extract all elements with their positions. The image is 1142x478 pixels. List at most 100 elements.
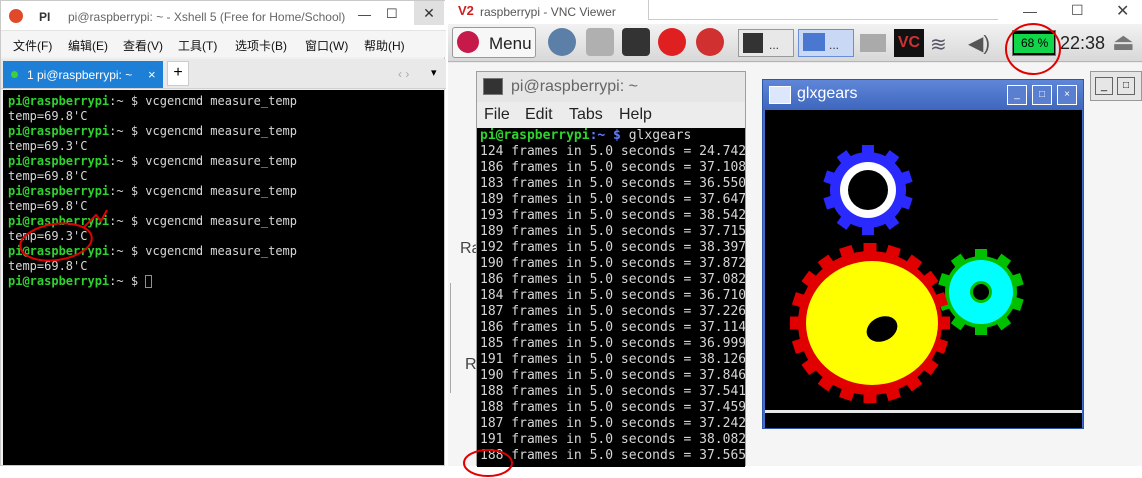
frames-line: 191 frames in 5.0 seconds = 38.126 — [480, 352, 745, 367]
menu-window[interactable]: 窗口(W) — [305, 37, 348, 54]
cpu-monitor: 68 % — [1012, 30, 1056, 56]
terminal-command-line: pi@raspberrypi:~ $ vcgencmd measure_temp — [8, 154, 297, 168]
minimize-icon[interactable]: — — [358, 7, 371, 22]
lxterminal-output[interactable]: pi@raspberrypi:~ $ glxgears 124 frames i… — [477, 128, 745, 467]
vnc-title-bar: V2 raspberrypi - VNC Viewer — ☐ ✕ — [448, 0, 1142, 24]
volume-icon[interactable]: ◀) — [968, 31, 990, 56]
menu-help[interactable]: Help — [619, 106, 652, 124]
vnc-title: raspberrypi - VNC Viewer — [480, 5, 616, 19]
tab-session-1[interactable]: 1 pi@raspberrypi: ~ × — [3, 61, 163, 88]
file-manager-icon[interactable] — [586, 28, 614, 56]
frames-line: 187 frames in 5.0 seconds = 37.242 — [480, 416, 745, 431]
window-title: pi@raspberrypi: ~ - Xshell 5 (Free for H… — [68, 10, 346, 24]
menu-view[interactable]: 查看(V) — [123, 37, 163, 54]
tab-close-icon[interactable]: × — [148, 67, 156, 82]
menu-tabs[interactable]: 选项卡(B) — [235, 37, 287, 54]
frames-line: 124 frames in 5.0 seconds = 24.742 — [480, 144, 745, 159]
mathematica-icon[interactable] — [658, 28, 686, 56]
raspberry-icon — [457, 31, 479, 53]
frames-line: 187 frames in 5.0 seconds = 37.226 — [480, 304, 745, 319]
glxgears-canvas — [765, 110, 1082, 428]
xshell-title-bar: PI pi@raspberrypi: ~ - Xshell 5 (Free fo… — [1, 1, 446, 31]
tab-label: 1 pi@raspberrypi: ~ — [27, 68, 133, 82]
maximize-icon[interactable]: □ — [1117, 77, 1135, 95]
eject-icon[interactable]: ⏏ — [1112, 28, 1135, 57]
taskbar-item-glxgears[interactable]: ... — [798, 29, 854, 57]
frames-line: 192 frames in 5.0 seconds = 38.397 — [480, 240, 745, 255]
menu-edit[interactable]: Edit — [525, 106, 553, 124]
xshell-terminal[interactable]: pi@raspberrypi:~ $ vcgencmd measure_temp… — [3, 90, 444, 465]
frames-line: 188 frames in 5.0 seconds = 37.565 FPS — [480, 448, 745, 463]
glxgears-title-bar: glxgears _ □ × — [763, 80, 1083, 110]
xshell-tab-bar: 1 pi@raspberrypi: ~ × + ‹ › ▾ — [1, 59, 446, 89]
background-window-title: _ □ — [1090, 71, 1142, 101]
terminal-output: pi@raspberrypi:~ $ vcgencmd measure_temp… — [8, 94, 439, 289]
terminal-command-line: pi@raspberrypi:~ $ vcgencmd measure_temp — [8, 214, 297, 228]
tab-scroll-arrows-icon[interactable]: ‹ › — [398, 67, 409, 81]
terminal-command-line: pi@raspberrypi:~ $ vcgencmd measure_temp — [8, 94, 297, 108]
new-tab-button[interactable]: + — [167, 61, 189, 86]
menu-tabs[interactable]: Tabs — [569, 106, 603, 124]
menu-file[interactable]: 文件(F) — [13, 37, 52, 54]
vnc-server-icon[interactable]: VC — [894, 29, 924, 57]
maximize-icon[interactable]: ☐ — [386, 6, 398, 22]
raspberry-menu-button[interactable]: Menu — [452, 27, 536, 58]
lxterminal-title: pi@raspberrypi: ~ — [511, 78, 638, 95]
minimize-icon[interactable]: _ — [1007, 85, 1027, 105]
connected-status-icon — [11, 71, 18, 78]
browser-icon[interactable] — [548, 28, 576, 56]
desktop-area: Ra R _ □ pi@raspberrypi: ~ File Edit Tab… — [445, 23, 1142, 477]
frames-line: 186 frames in 5.0 seconds = 37.108 — [480, 160, 745, 175]
gears-baseline — [765, 410, 1082, 413]
menu-label: Menu — [489, 34, 532, 53]
terminal-output-line: temp=69.8'C — [8, 259, 88, 273]
frames-line: 185 frames in 5.0 seconds = 36.999 — [480, 336, 745, 351]
lxterminal-menu-bar: File Edit Tabs Help — [477, 102, 745, 128]
vnc-viewer-window: V2 raspberrypi - VNC Viewer — ☐ ✕ Menu .… — [445, 0, 1142, 477]
frames-line: 183 frames in 5.0 seconds = 36.550 — [480, 176, 745, 191]
frames-line: 193 frames in 5.0 seconds = 38.542 — [480, 208, 745, 223]
window-icon — [769, 86, 791, 104]
cursor-icon — [145, 275, 153, 288]
terminal-command-line: pi@raspberrypi:~ $ vcgencmd measure_temp — [8, 124, 297, 138]
terminal-command-line: pi@raspberrypi:~ $ vcgencmd measure_temp — [8, 184, 297, 198]
wolfram-icon[interactable] — [696, 28, 724, 56]
close-icon[interactable]: ✕ — [414, 1, 444, 25]
menu-edit[interactable]: 编辑(E) — [68, 37, 108, 54]
frames-line: 189 frames in 5.0 seconds = 37.647 — [480, 192, 745, 207]
frames-line: 188 frames in 5.0 seconds = 37.459 — [480, 400, 745, 415]
minimize-icon[interactable]: _ — [1095, 77, 1113, 95]
taskbar-item-terminal[interactable]: ... — [738, 29, 794, 57]
terminal-prompt-line: pi@raspberrypi:~ $ glxgears — [480, 128, 692, 143]
lxterminal-window: pi@raspberrypi: ~ File Edit Tabs Help pi… — [476, 71, 746, 467]
close-icon[interactable]: × — [1057, 85, 1077, 105]
desktop-divider — [445, 283, 451, 393]
lxterminal-title-bar: pi@raspberrypi: ~ — [477, 72, 745, 102]
close-icon[interactable]: ✕ — [1116, 1, 1129, 21]
clock[interactable]: 22:38 — [1060, 33, 1105, 54]
wifi-icon[interactable]: ≋ — [930, 32, 947, 57]
terminal-icon[interactable] — [622, 28, 650, 56]
frames-line: 189 frames in 5.0 seconds = 37.715 — [480, 224, 745, 239]
frames-line: 190 frames in 5.0 seconds = 37.846 — [480, 368, 745, 383]
desktop-text-fragment: R — [465, 356, 477, 373]
tab-list-dropdown-icon[interactable]: ▾ — [431, 66, 437, 79]
menu-file[interactable]: File — [484, 106, 510, 124]
gears-render — [765, 145, 1082, 413]
menu-tools[interactable]: 工具(T) — [178, 37, 217, 54]
frames-line: 190 frames in 5.0 seconds = 37.872 — [480, 256, 745, 271]
maximize-icon[interactable]: ☐ — [1071, 2, 1084, 19]
blue-gear — [823, 145, 913, 235]
maximize-icon[interactable]: □ — [1032, 85, 1052, 105]
frames-line: 186 frames in 5.0 seconds = 37.082 — [480, 272, 745, 287]
glxgears-title: glxgears — [797, 85, 858, 102]
terminal-output-line: temp=69.8'C — [8, 169, 88, 183]
window-icon — [803, 33, 825, 51]
terminal-command-line: pi@raspberrypi:~ $ vcgencmd measure_temp — [8, 244, 297, 258]
keyboard-icon[interactable] — [860, 34, 886, 52]
terminal-output-line: temp=69.8'C — [8, 109, 88, 123]
xshell-window: PI pi@raspberrypi: ~ - Xshell 5 (Free fo… — [0, 0, 446, 466]
frames-line: 184 frames in 5.0 seconds = 36.710 — [480, 288, 745, 303]
menu-help[interactable]: 帮助(H) — [364, 37, 405, 54]
minimize-icon[interactable]: — — [1023, 3, 1037, 19]
